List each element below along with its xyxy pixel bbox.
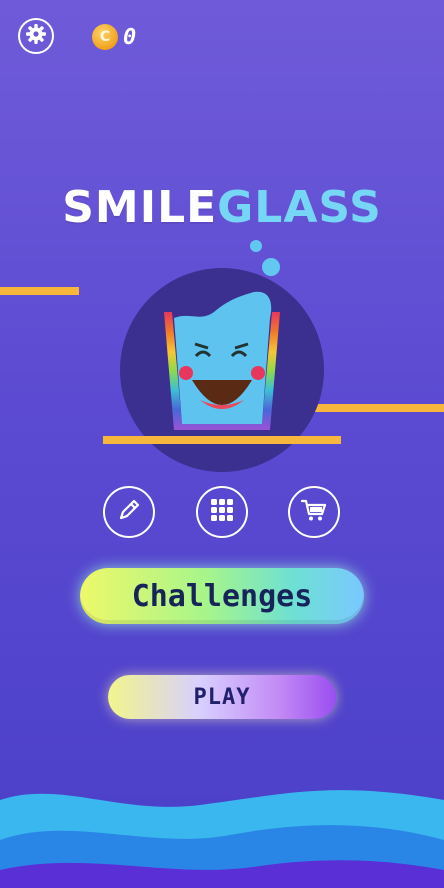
grid-icon [208,496,236,528]
platform-left [0,287,79,295]
pencil-icon [115,496,143,528]
bubble [250,240,262,252]
levels-button[interactable] [196,486,248,538]
challenges-button[interactable]: Challenges [80,568,364,624]
edit-button[interactable] [103,486,155,538]
cart-icon [299,495,329,529]
shop-button[interactable] [288,486,340,538]
platform-right [313,404,444,412]
platform-center [103,436,341,444]
hero-scene [0,240,444,888]
bubble [262,258,280,276]
play-button[interactable]: PLAY [108,675,336,719]
